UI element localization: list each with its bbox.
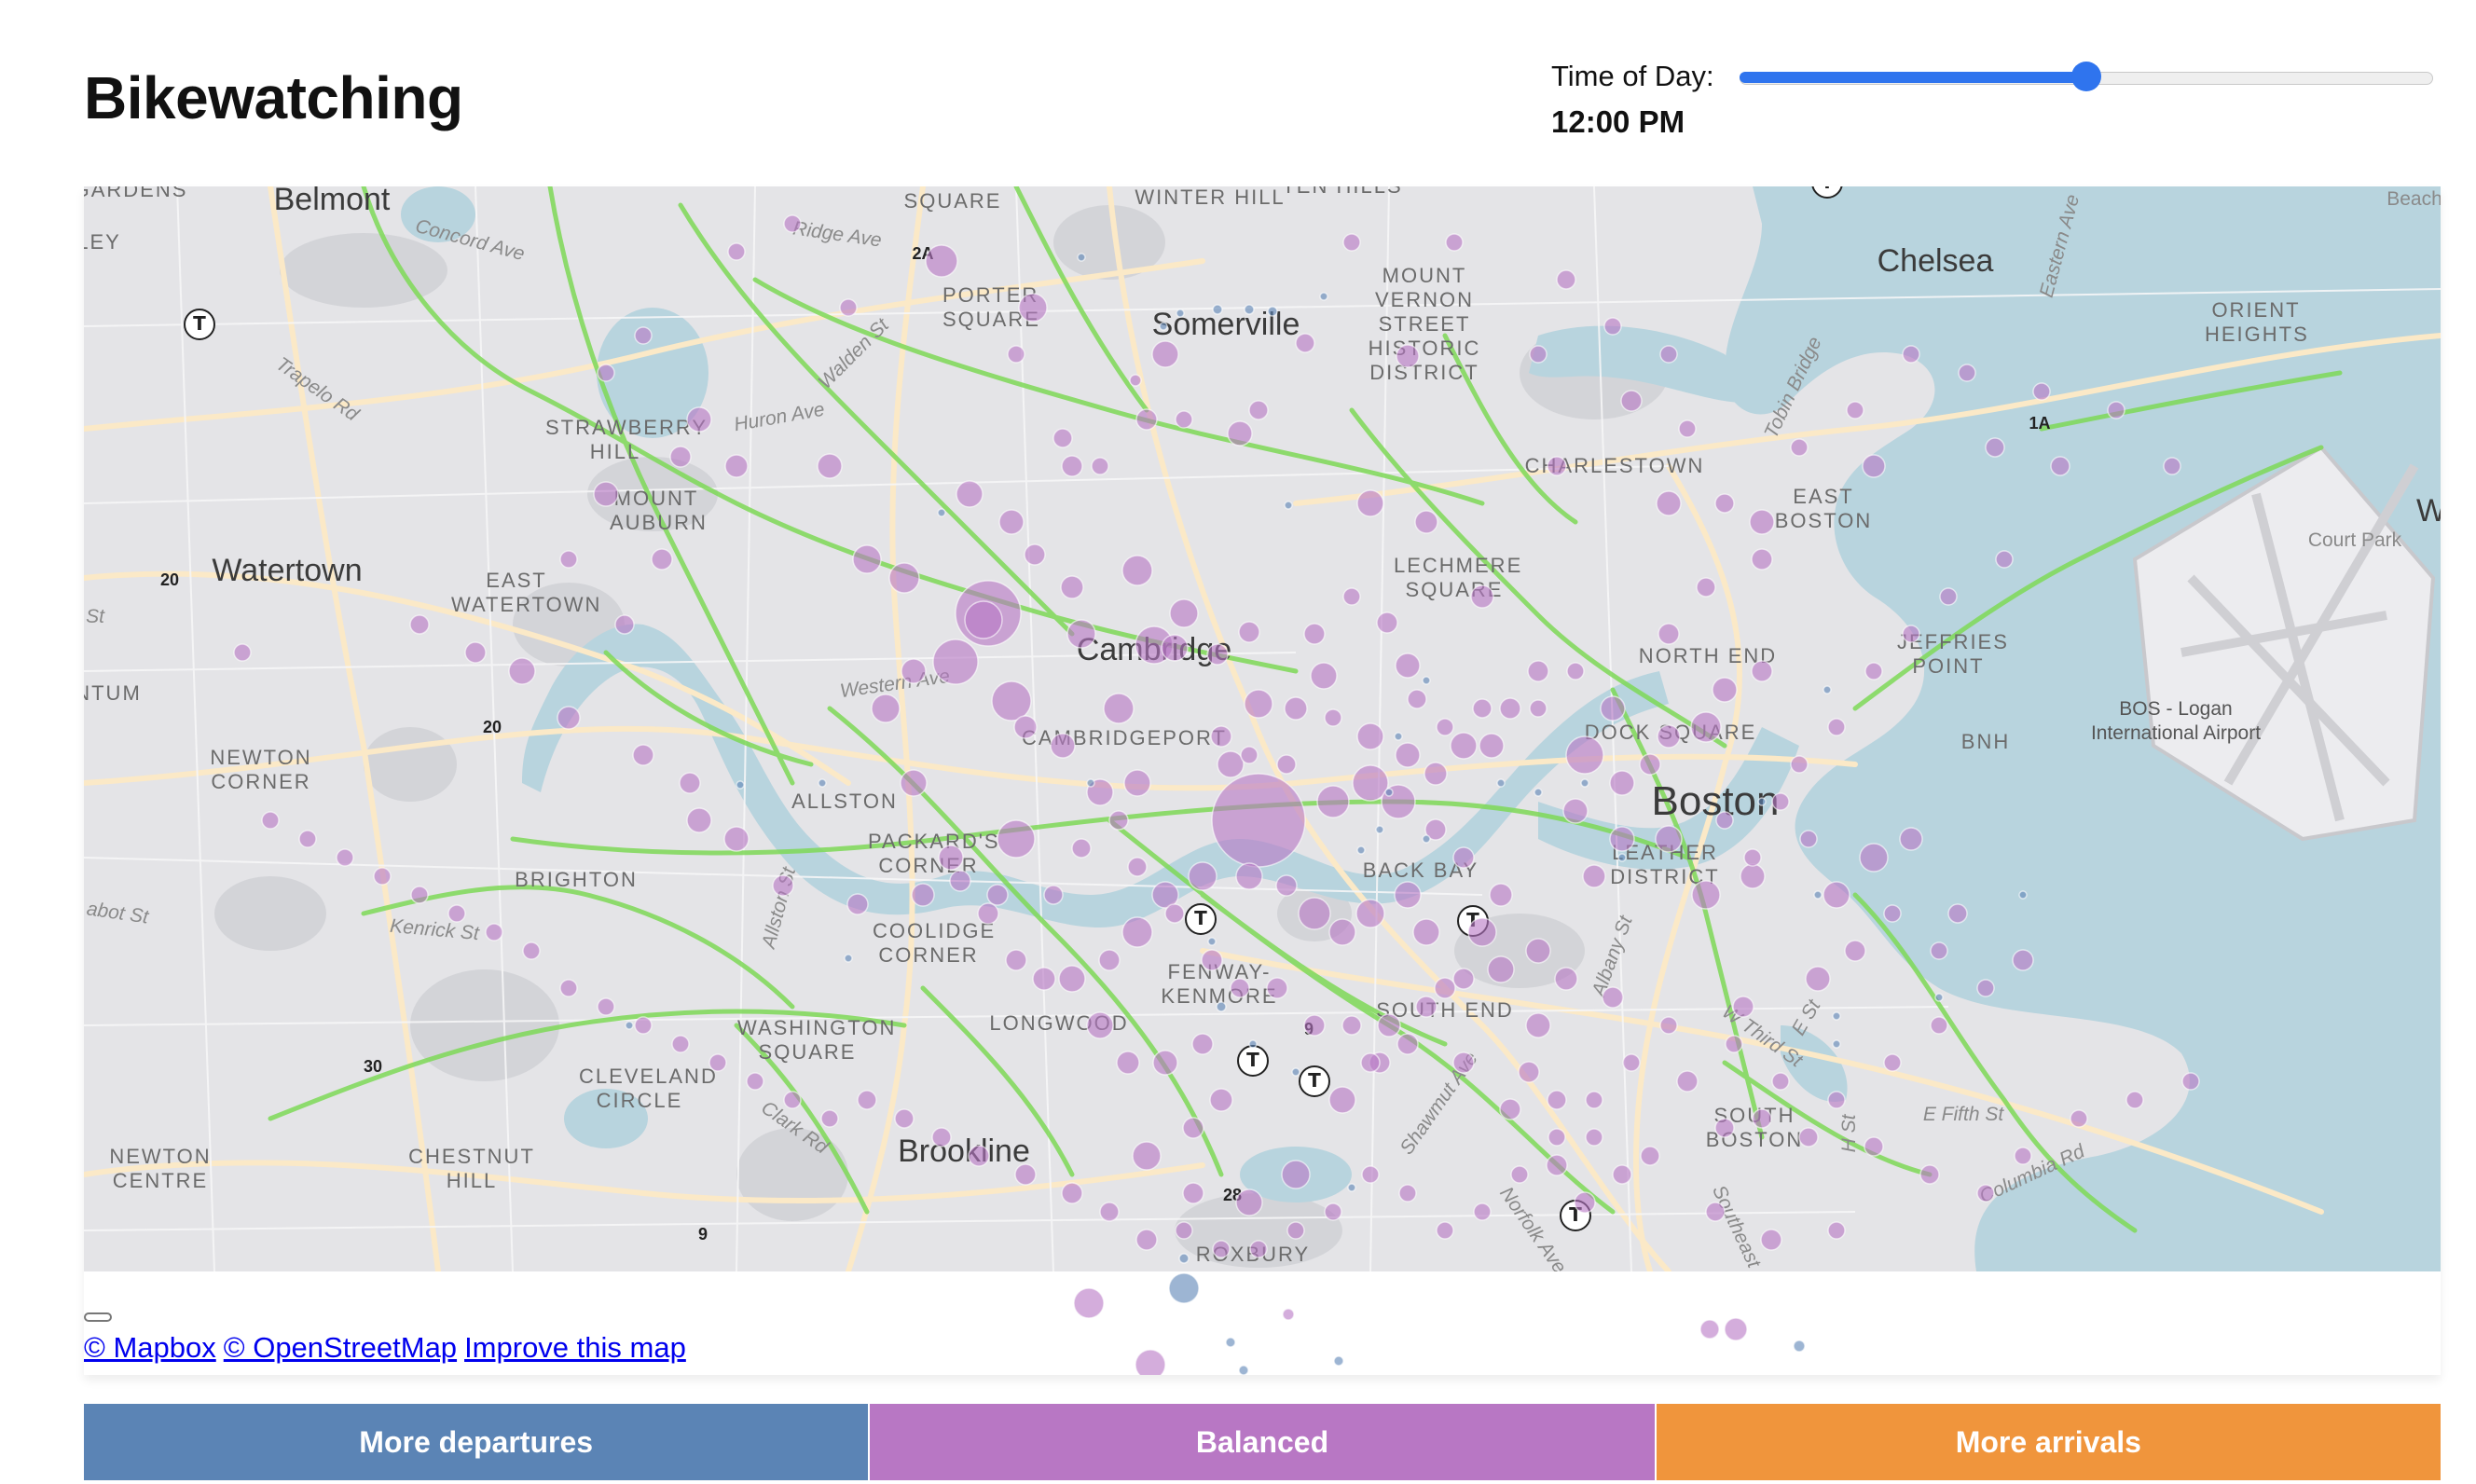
label-leather: LEATHER DISTRICT xyxy=(1610,841,1720,888)
legend-arrivals: More arrivals xyxy=(1654,1404,2441,1480)
label-north-end: NORTH END xyxy=(1638,644,1778,667)
mapbox-link[interactable]: © Mapbox xyxy=(84,1331,216,1364)
time-label: Time of Day: xyxy=(1551,60,1714,92)
label-e-fifth-st: E Fifth St xyxy=(1922,1104,2004,1125)
station-circle[interactable] xyxy=(1699,1319,1720,1340)
label-ntum: NTUM xyxy=(84,681,142,705)
label-bos-airport: BOS - Logan International Airport xyxy=(2090,698,2262,744)
label-brookline: Brookline xyxy=(898,1134,1030,1169)
label-jeffries: JEFFRIES POINT xyxy=(1897,630,2009,678)
label-fenway: FENWAY-KENMORE xyxy=(1161,960,1278,1008)
metro-station-icon: T xyxy=(1560,1200,1591,1231)
station-circle[interactable] xyxy=(1073,1287,1105,1319)
route-20-shield: 20 xyxy=(159,570,180,589)
label-packards: PACKARD'S CORNER xyxy=(868,830,1000,877)
route-2a-shield: 2A xyxy=(912,244,934,263)
metro-station-icon: T xyxy=(184,309,215,340)
attribution-toggle[interactable] xyxy=(84,1312,112,1322)
label-h-st: H St xyxy=(1838,1114,1860,1153)
route-9-shield: 9 xyxy=(1303,1020,1314,1038)
label-watertown: Watertown xyxy=(212,553,363,588)
label-ley: LEY xyxy=(84,230,121,254)
label-mount-auburn: MOUNT AUBURN xyxy=(610,487,708,534)
label-brighton: BRIGHTON xyxy=(515,868,638,891)
attribution: © Mapbox © OpenStreetMap Improve this map xyxy=(84,1331,694,1365)
label-winter-hill: WINTER HILL xyxy=(1135,186,1286,209)
label-chestnut: CHESTNUT HILL xyxy=(408,1145,535,1192)
osm-link[interactable]: © OpenStreetMap xyxy=(224,1331,457,1364)
metro-station-icon: T xyxy=(1457,905,1489,937)
improve-map-link[interactable]: Improve this map xyxy=(464,1331,686,1364)
legend: More departures Balanced More arrivals xyxy=(84,1404,2441,1480)
map[interactable]: Belmont Somerville Chelsea Cambridge Wat… xyxy=(84,186,2441,1271)
label-south-boston: SOUTH BOSTON xyxy=(1705,1104,1804,1151)
label-coolidge: COOLIDGE CORNER xyxy=(873,919,997,967)
metro-station-icon: T xyxy=(1299,1065,1330,1097)
label-orient: ORIENT HEIGHTS xyxy=(2205,298,2309,346)
metro-station-icon: T xyxy=(1185,903,1217,935)
page-title: Bikewatching xyxy=(84,64,463,131)
station-circle[interactable] xyxy=(1135,1349,1166,1375)
slider-fill xyxy=(1740,72,2086,83)
label-newton-centre: NEWTON CENTRE xyxy=(109,1145,212,1192)
time-value: 12:00 PM xyxy=(1551,104,1685,139)
label-washington-sq: WASHINGTON SQUARE xyxy=(737,1016,897,1064)
label-east-watertown: EAST WATERTOWN xyxy=(451,569,602,616)
label-charlestown: CHARLESTOWN xyxy=(1524,454,1705,477)
label-bnh: BNH xyxy=(1960,730,2011,753)
label-boston: Boston xyxy=(1651,778,1780,824)
label-allston: ALLSTON xyxy=(791,790,898,813)
slider-thumb[interactable] xyxy=(2071,62,2101,91)
label-square: SQUARE xyxy=(903,189,1002,213)
station-circle[interactable] xyxy=(1333,1355,1344,1367)
label-beach: Beach xyxy=(2387,188,2441,210)
legend-balanced: Balanced xyxy=(868,1404,1655,1480)
label-court-park: Court Park xyxy=(2307,529,2402,551)
label-w: W xyxy=(2415,493,2441,529)
label-back-bay: BACK BAY xyxy=(1362,859,1479,882)
map-container: Belmont Somerville Chelsea Cambridge Wat… xyxy=(84,186,2441,1375)
label-ten-hills: TEN HILLS xyxy=(1282,186,1402,199)
label-east-boston: EAST BOSTON xyxy=(1774,485,1873,532)
label-roxbury: ROXBURY xyxy=(1195,1243,1311,1266)
station-circle[interactable] xyxy=(1724,1317,1748,1341)
label-porter: PORTER SQUARE xyxy=(942,283,1040,331)
label-cambridge: Cambridge xyxy=(1076,632,1232,667)
label-gardens: GARDENS xyxy=(84,186,188,201)
route-28-shield: 28 xyxy=(1222,1186,1243,1204)
route-9-shield: 9 xyxy=(697,1225,708,1244)
label-newton-corner: NEWTON CORNER xyxy=(210,746,312,793)
label-lechmere: LECHMERE SQUARE xyxy=(1394,554,1523,601)
metro-station-icon: T xyxy=(1237,1045,1269,1077)
label-chelsea: Chelsea xyxy=(1877,243,1994,279)
time-slider[interactable] xyxy=(1740,62,2433,91)
station-circle[interactable] xyxy=(1225,1337,1236,1348)
label-longwood: LONGWOOD xyxy=(989,1011,1129,1035)
label-belmont: Belmont xyxy=(273,186,391,217)
station-circle[interactable] xyxy=(1238,1365,1249,1375)
label-strawberry: STRAWBERRY HILL xyxy=(545,416,708,463)
route-1a-shield: 1A xyxy=(2029,414,2051,433)
label-st: St xyxy=(86,606,104,627)
label-cleveland: CLEVELAND CIRCLE xyxy=(579,1065,718,1112)
label-dock-square: DOCK SQUARE xyxy=(1584,721,1757,744)
route-30-shield: 30 xyxy=(363,1057,383,1076)
station-circle[interactable] xyxy=(1282,1308,1295,1321)
route-20-shield: 20 xyxy=(482,718,502,736)
station-circle[interactable] xyxy=(1168,1272,1200,1304)
label-cambridgeport: CAMBRIDGEPORT xyxy=(1022,726,1227,749)
station-circle[interactable] xyxy=(1793,1340,1806,1353)
label-south-end: SOUTH END xyxy=(1376,998,1514,1022)
label-mount-vernon: MOUNT VERNON STREET HISTORIC DISTRICT xyxy=(1368,264,1481,384)
label-somerville: Somerville xyxy=(1151,307,1300,342)
legend-departures: More departures xyxy=(84,1404,869,1480)
